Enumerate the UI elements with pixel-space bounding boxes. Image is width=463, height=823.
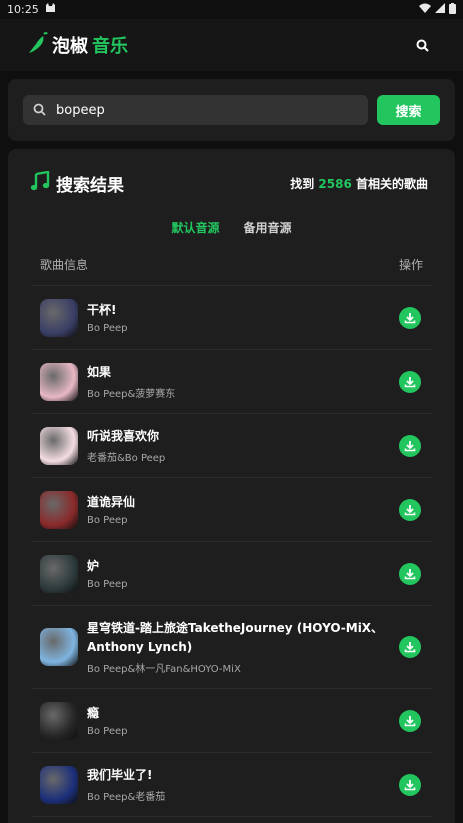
album-cover	[40, 362, 78, 401]
download-button[interactable]	[399, 434, 421, 457]
results-title-text: 搜索结果	[56, 176, 124, 196]
song-artist: Bo Peep	[87, 323, 128, 334]
song-title: 星穹铁道-踏上旅途TaketheJourney (HOYO-MiX、Anthon…	[87, 621, 384, 654]
album-cover	[40, 765, 78, 804]
song-title: 我们毕业了!	[87, 768, 153, 782]
search-input[interactable]	[56, 102, 336, 118]
song-row[interactable]: 听说我喜欢你 老番茄&Bo Peep	[32, 414, 432, 478]
song-title: 道诡异仙	[87, 495, 136, 509]
song-row[interactable]: 星穹铁道-踏上旅途TaketheJourney (HOYO-MiX、Anthon…	[32, 606, 432, 689]
status-time: 10:25	[7, 3, 39, 16]
count-suffix: 首相关的歌曲	[355, 177, 428, 191]
song-row[interactable]: 瘾 Bo Peep	[32, 689, 432, 753]
song-info: 道诡异仙 Bo Peep	[87, 493, 399, 526]
song-artist: Bo Peep&菠萝赛东	[87, 389, 176, 400]
results-card: 搜索结果 找到 2586 首相关的歌曲 默认音源 备用音源 歌曲信息 操作 干杯…	[8, 149, 455, 823]
download-icon	[404, 568, 416, 579]
column-action: 操作	[398, 258, 423, 272]
song-artist: Bo Peep&林一凡Fan&HOYO-MiX	[87, 664, 241, 675]
search-card: 搜索	[8, 79, 455, 141]
album-cover	[40, 701, 78, 740]
battery-icon	[449, 2, 456, 17]
download-button[interactable]	[399, 562, 421, 585]
download-button[interactable]	[399, 709, 421, 732]
song-row[interactable]: 干杯! Bo Peep	[32, 286, 432, 350]
download-icon	[404, 642, 416, 653]
download-button[interactable]	[399, 306, 421, 329]
signal-icon	[435, 3, 445, 16]
song-info: 听说我喜欢你 老番茄&Bo Peep	[87, 427, 399, 464]
song-row[interactable]: 我们毕业了! Bo Peep&老番茄	[32, 753, 432, 817]
song-title: 妒	[87, 559, 100, 573]
song-info: 星穹铁道-踏上旅途TaketheJourney (HOYO-MiX、Anthon…	[87, 619, 399, 675]
results-title: 搜索结果	[30, 170, 124, 196]
song-info: 干杯! Bo Peep	[87, 301, 399, 334]
logo-text-2: 音乐	[92, 36, 128, 57]
download-icon	[404, 376, 416, 387]
logo-text-1: 泡椒	[52, 36, 88, 57]
results-header: 搜索结果 找到 2586 首相关的歌曲	[30, 170, 428, 196]
song-artist: Bo Peep	[87, 515, 128, 526]
song-artist: Bo Peep	[87, 726, 128, 737]
song-info: 妒 Bo Peep	[87, 557, 399, 590]
song-title: 如果	[87, 365, 112, 379]
column-song-info: 歌曲信息	[40, 258, 89, 272]
album-cover	[40, 490, 78, 529]
results-count: 找到 2586 首相关的歌曲	[290, 175, 428, 192]
download-button[interactable]	[399, 498, 421, 521]
search-box[interactable]	[23, 95, 368, 125]
table-header: 歌曲信息 操作	[40, 256, 423, 273]
song-list: 干杯! Bo Peep 如果 Bo Peep&菠萝赛东 听说我喜欢你 老番茄&Bo Pee…	[32, 285, 432, 817]
album-cover	[40, 426, 78, 465]
wifi-icon	[419, 3, 431, 16]
download-icon	[404, 779, 416, 790]
search-icon	[33, 101, 46, 120]
download-button[interactable]	[399, 636, 421, 658]
song-title: 瘾	[87, 706, 100, 720]
music-note-icon	[30, 170, 50, 196]
song-info: 瘾 Bo Peep	[87, 704, 399, 737]
notification-cat-icon	[45, 3, 56, 16]
download-button[interactable]	[399, 773, 421, 796]
song-artist: Bo Peep	[87, 579, 128, 590]
count-prefix: 找到	[290, 177, 315, 191]
download-button[interactable]	[399, 370, 421, 393]
chili-logo-icon	[28, 31, 48, 59]
app-logo[interactable]: 泡椒 音乐	[28, 31, 128, 59]
app-header: 泡椒 音乐	[0, 19, 463, 71]
album-cover	[40, 554, 78, 593]
song-title: 听说我喜欢你	[87, 429, 160, 443]
album-cover	[40, 298, 78, 337]
status-bar: 10:25	[0, 0, 463, 19]
song-info: 如果 Bo Peep&菠萝赛东	[87, 363, 399, 400]
song-artist: 老番茄&Bo Peep	[87, 453, 166, 464]
download-icon	[404, 312, 416, 323]
song-row[interactable]: 妒 Bo Peep	[32, 542, 432, 606]
count-number: 2586	[318, 177, 352, 191]
song-info: 我们毕业了! Bo Peep&老番茄	[87, 766, 399, 803]
search-button[interactable]: 搜索	[377, 95, 440, 125]
song-title: 干杯!	[87, 303, 117, 317]
header-search-icon[interactable]	[411, 34, 433, 56]
source-tabs: 默认音源 备用音源	[8, 219, 455, 236]
tab-default-source[interactable]: 默认音源	[171, 219, 219, 236]
song-artist: Bo Peep&老番茄	[87, 792, 166, 803]
download-icon	[404, 715, 416, 726]
song-row[interactable]: 如果 Bo Peep&菠萝赛东	[32, 350, 432, 414]
download-icon	[404, 504, 416, 515]
download-icon	[404, 440, 416, 451]
tab-backup-source[interactable]: 备用音源	[244, 219, 292, 236]
song-row[interactable]: 道诡异仙 Bo Peep	[32, 478, 432, 542]
album-cover	[40, 628, 78, 666]
